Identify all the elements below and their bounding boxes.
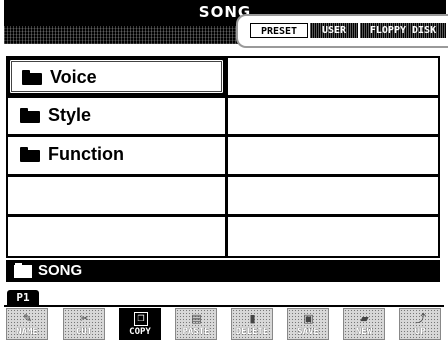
button-label: UP	[414, 327, 426, 337]
tab-group: PRESET USER FLOPPY DISK	[236, 14, 448, 48]
file-item-function[interactable]: Function	[8, 137, 225, 174]
tab-floppy-disk[interactable]: FLOPPY DISK	[360, 23, 446, 38]
button-label: SAVE	[297, 327, 319, 337]
folder-icon	[20, 147, 40, 162]
tab-user[interactable]: USER	[310, 23, 358, 38]
file-item-label: Style	[48, 105, 92, 125]
delete-icon: ▮	[249, 312, 256, 325]
cut-icon: ✂	[79, 312, 90, 325]
button-label: NAME	[16, 327, 38, 337]
folder-icon	[20, 108, 40, 123]
new-folder-icon: ▰	[360, 312, 369, 325]
file-slot-empty[interactable]	[228, 217, 438, 256]
button-label: NEW	[355, 327, 373, 337]
file-slot-empty[interactable]	[8, 217, 225, 256]
save-button[interactable]: ▣ SAVE	[287, 308, 329, 340]
new-folder-button[interactable]: ▰ NEW	[343, 308, 385, 340]
name-icon: ✎	[22, 312, 33, 325]
page-tab-p1[interactable]: P1	[7, 290, 39, 306]
button-label: PASTE	[182, 327, 210, 337]
tab-preset[interactable]: PRESET	[250, 23, 308, 38]
cut-button[interactable]: ✂ CUT	[63, 308, 105, 340]
copy-icon: ❐	[134, 312, 148, 326]
delete-button[interactable]: ▮ DELETE	[231, 308, 273, 340]
up-icon: ⤴	[415, 312, 426, 325]
file-item-style[interactable]: Style	[8, 98, 225, 134]
button-label: DELETE	[235, 327, 269, 337]
current-path-label: SONG	[38, 262, 83, 279]
file-item-voice[interactable]: Voice	[8, 58, 225, 95]
file-grid: Voice Style Function	[6, 56, 440, 258]
folder-icon	[22, 70, 42, 85]
file-slot-empty[interactable]	[8, 177, 225, 214]
divider	[4, 305, 444, 307]
file-slot-empty[interactable]	[228, 177, 438, 214]
save-icon: ▣	[303, 312, 314, 325]
folder-icon	[14, 263, 32, 278]
up-button[interactable]: ⤴ UP	[399, 308, 441, 340]
header: SONG PRESET USER FLOPPY DISK	[0, 0, 448, 48]
file-slot-empty[interactable]	[228, 98, 438, 134]
paste-icon: ▤	[191, 312, 202, 325]
file-item-label: Voice	[50, 67, 97, 87]
button-label: COPY	[129, 327, 151, 337]
file-item-label: Function	[48, 144, 124, 164]
paste-button[interactable]: ▤ PASTE	[175, 308, 217, 340]
button-label: CUT	[75, 327, 93, 337]
current-path-bar: SONG	[6, 260, 440, 282]
name-button[interactable]: ✎ NAME	[6, 308, 48, 340]
copy-button[interactable]: ❐ COPY	[119, 308, 161, 340]
file-slot-empty[interactable]	[228, 137, 438, 174]
file-slot-empty[interactable]	[228, 58, 438, 95]
